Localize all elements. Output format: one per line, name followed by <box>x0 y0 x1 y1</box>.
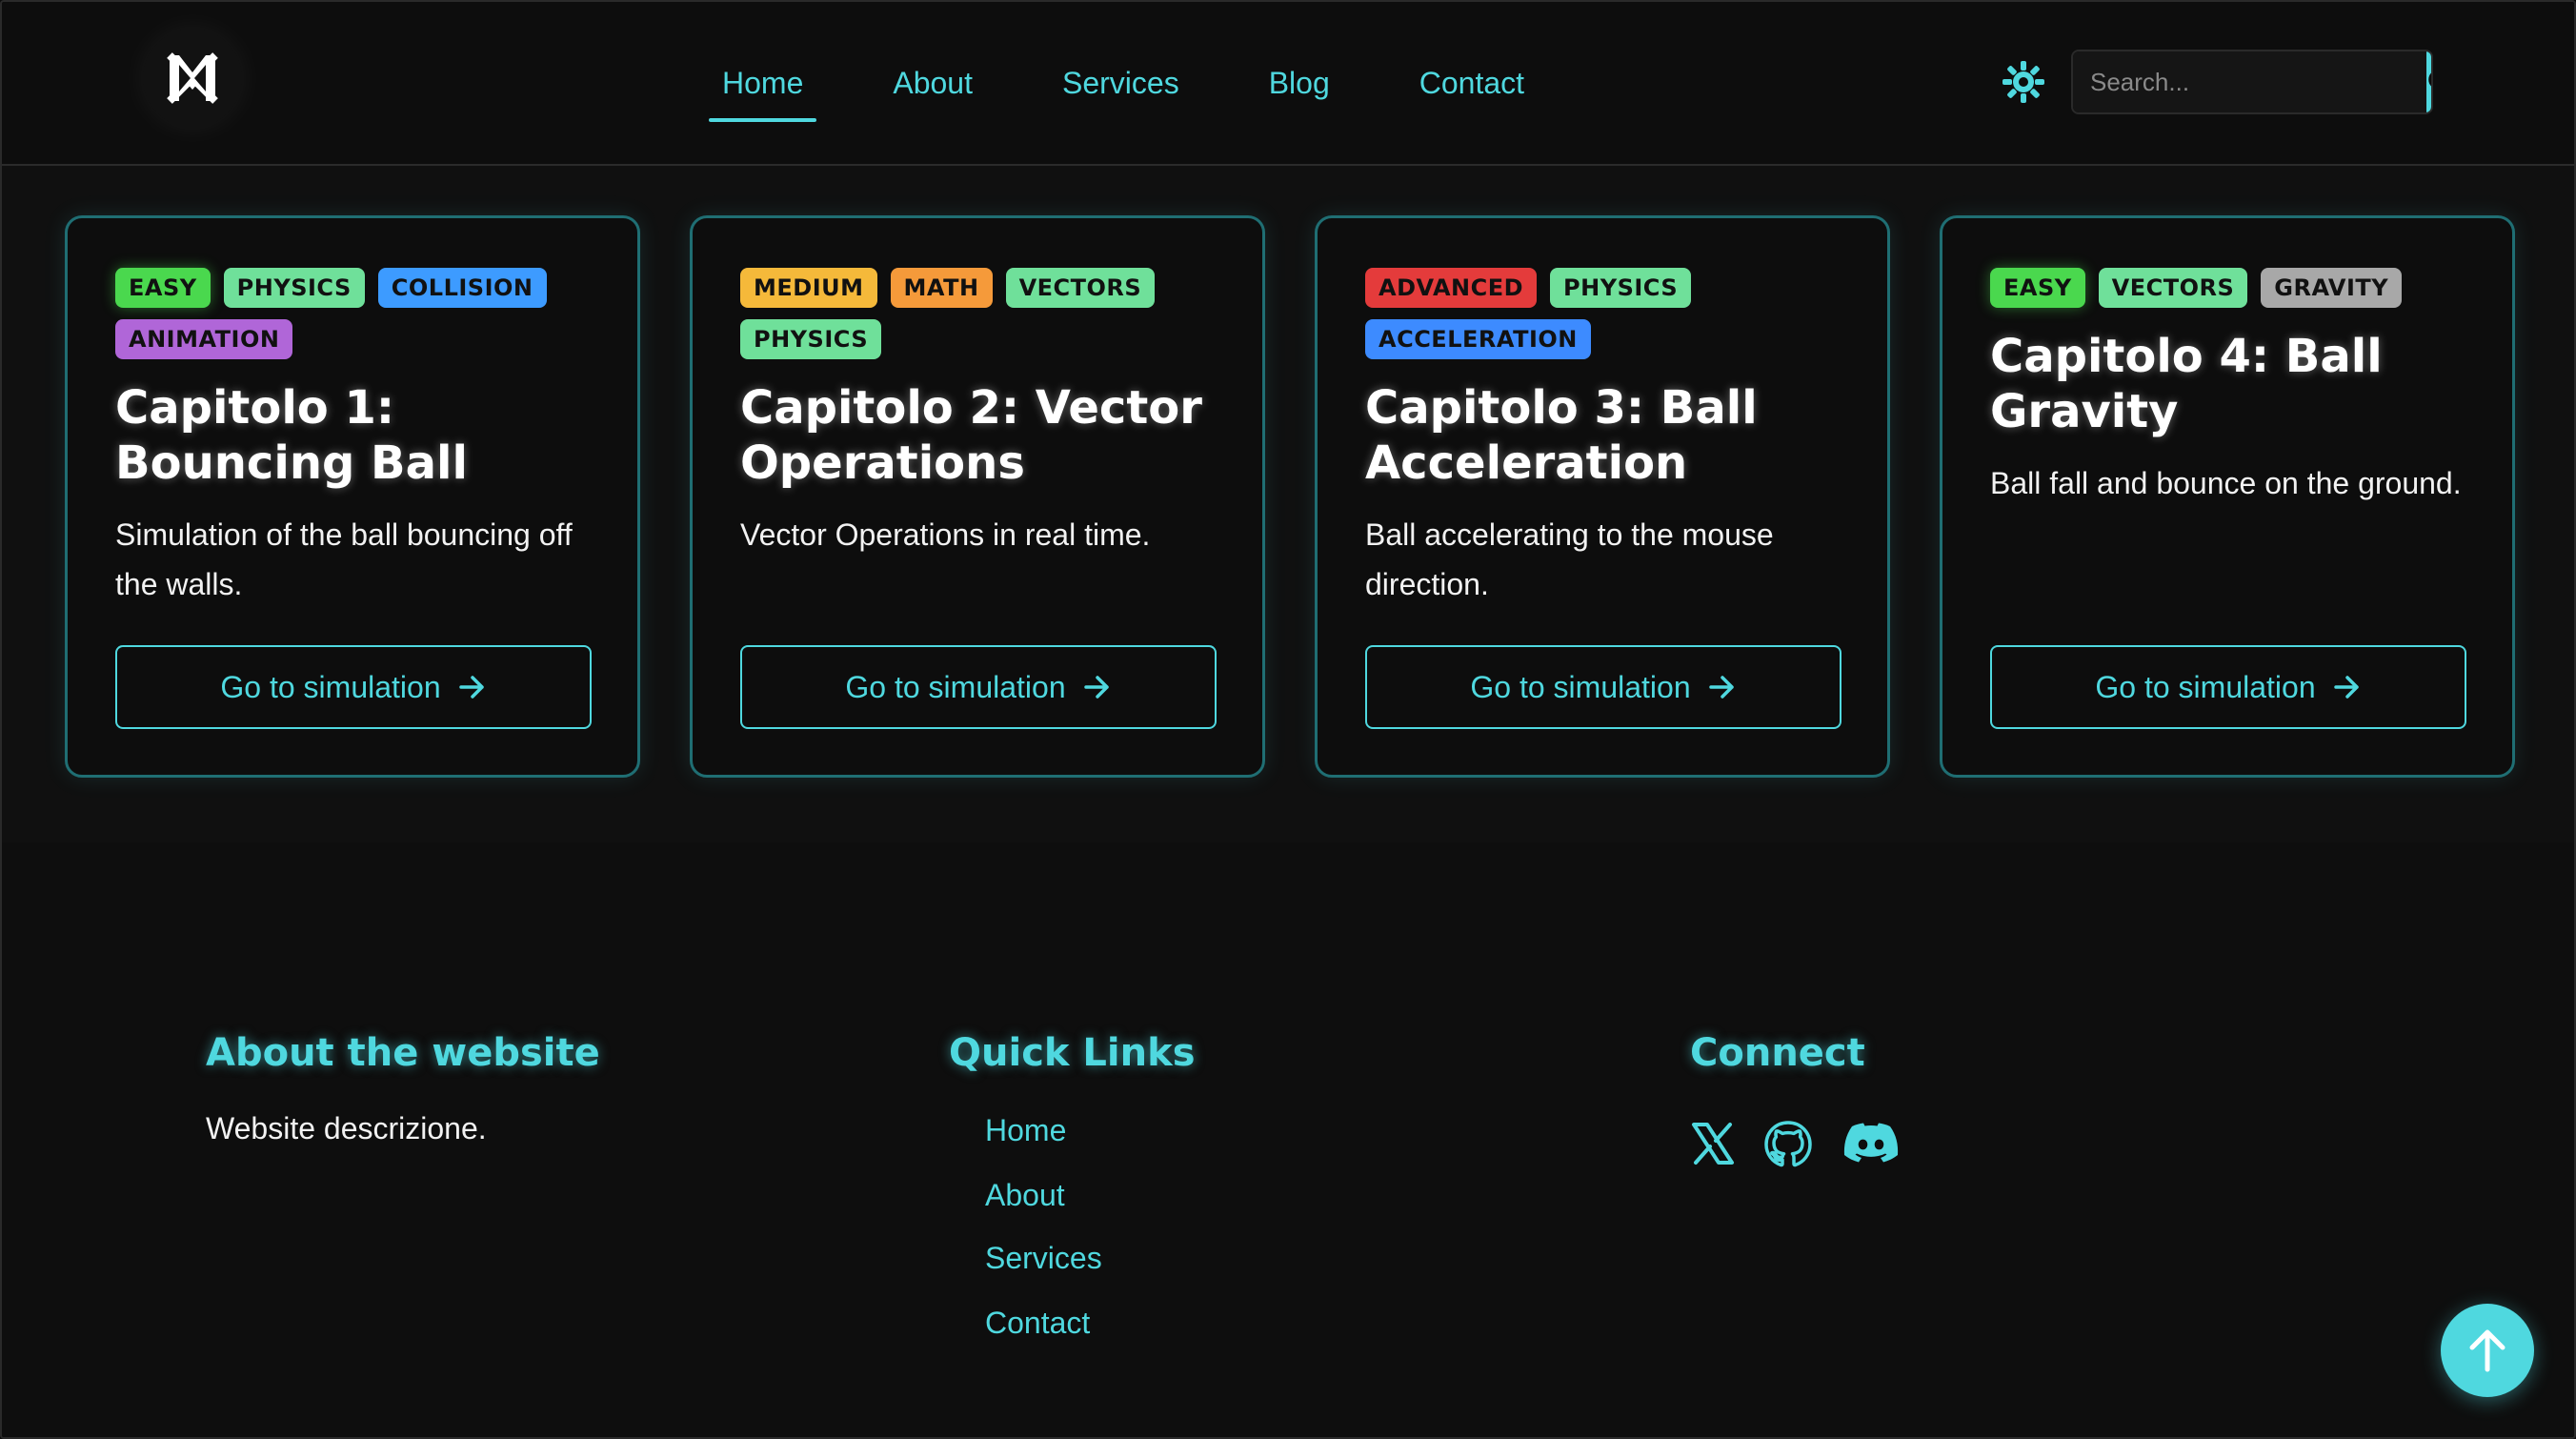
footer: About the website Website descrizione. Q… <box>2 842 2574 1437</box>
simulation-card: EASY VECTORS GRAVITY Capitolo 4: Ball Gr… <box>1940 215 2515 778</box>
go-to-simulation-button[interactable]: Go to simulation <box>740 645 1217 729</box>
footer-connect-heading: Connect <box>1690 1031 1865 1075</box>
footer-quick-links-heading: Quick Links <box>949 1031 1196 1075</box>
footer-link-home[interactable]: Home <box>985 1113 1066 1148</box>
card-description: Ball fall and bounce on the ground. <box>1990 466 2462 500</box>
footer-link-about[interactable]: About <box>985 1178 1065 1213</box>
github-icon[interactable] <box>1762 1119 1816 1172</box>
tag-physics: PHYSICS <box>223 268 365 308</box>
tag-medium: MEDIUM <box>740 268 877 308</box>
tag-acceleration: ACCELERATION <box>1365 319 1591 359</box>
footer-about-text: Website descrizione. <box>206 1111 487 1145</box>
tag-physics: PHYSICS <box>740 319 882 359</box>
card-title: Capitolo 3: Ball Acceleration <box>1365 381 1758 490</box>
tag-vectors: VECTORS <box>2098 268 2248 308</box>
nav-services[interactable]: Services <box>1047 40 1195 126</box>
tag-easy: EASY <box>115 268 211 308</box>
card-description: Ball accelerating to the mouse direction… <box>1365 517 1774 601</box>
nav-contact[interactable]: Contact <box>1404 40 1540 126</box>
discord-icon[interactable] <box>1842 1119 1902 1172</box>
tag-advanced: ADVANCED <box>1365 268 1538 308</box>
button-label: Go to simulation <box>2095 669 2316 704</box>
card-title: Capitolo 1: Bouncing Ball <box>115 381 468 490</box>
footer-link-contact[interactable]: Contact <box>985 1306 1090 1341</box>
tag-physics: PHYSICS <box>1550 268 1692 308</box>
tag-list: EASY PHYSICS COLLISION ANIMATION <box>115 268 611 359</box>
card-description: Vector Operations in real time. <box>740 517 1151 552</box>
card-description: Simulation of the ball bouncing off the … <box>115 517 573 601</box>
search-button[interactable] <box>2426 51 2431 112</box>
go-to-simulation-button[interactable]: Go to simulation <box>1990 645 2466 729</box>
tag-list: ADVANCED PHYSICS ACCELERATION <box>1365 268 1861 359</box>
arrow-right-icon <box>1708 676 1734 699</box>
button-label: Go to simulation <box>220 669 441 704</box>
tag-animation: ANIMATION <box>115 319 293 359</box>
tag-easy: EASY <box>1990 268 2085 308</box>
tag-list: MEDIUM MATH VECTORS PHYSICS <box>740 268 1236 359</box>
card-title: Capitolo 4: Ball Gravity <box>1990 330 2383 438</box>
nav-home[interactable]: Home <box>707 40 818 126</box>
sun-gear-icon[interactable] <box>2001 59 2046 105</box>
arrow-right-icon <box>2333 676 2359 699</box>
arrow-right-icon <box>458 676 484 699</box>
nav-about[interactable]: About <box>877 40 988 126</box>
main-nav: Home About Services Blog Contact <box>707 40 1599 126</box>
simulation-card: EASY PHYSICS COLLISION ANIMATION Capitol… <box>65 215 640 778</box>
navbar: Home About Services Blog Contact <box>2 2 2574 166</box>
tag-collision: COLLISION <box>377 268 547 308</box>
simulation-card: MEDIUM MATH VECTORS PHYSICS Capitolo 2: … <box>690 215 1265 778</box>
footer-link-services[interactable]: Services <box>985 1241 1102 1276</box>
footer-about-heading: About the website <box>206 1031 600 1075</box>
go-to-simulation-button[interactable]: Go to simulation <box>115 645 592 729</box>
search-bar <box>2071 50 2433 114</box>
tag-gravity: GRAVITY <box>2261 268 2403 308</box>
button-label: Go to simulation <box>845 669 1066 704</box>
arrow-right-icon <box>1083 676 1109 699</box>
arrow-up-icon <box>2469 1329 2506 1372</box>
page: Home About Services Blog Contact Search.… <box>0 0 2576 1439</box>
tag-math: MATH <box>890 268 993 308</box>
button-label: Go to simulation <box>1470 669 1691 704</box>
nav-blog[interactable]: Blog <box>1254 40 1345 126</box>
simulation-card: ADVANCED PHYSICS ACCELERATION Capitolo 3… <box>1315 215 1890 778</box>
tag-list: EASY VECTORS GRAVITY <box>1990 268 2485 308</box>
search-icon <box>2428 72 2431 87</box>
scroll-to-top-button[interactable] <box>2441 1304 2534 1397</box>
search-input[interactable] <box>2073 51 2426 112</box>
go-to-simulation-button[interactable]: Go to simulation <box>1365 645 1841 729</box>
x-twitter-icon[interactable] <box>1688 1119 1741 1172</box>
card-title: Capitolo 2: Vector Operations <box>740 381 1202 490</box>
logo-m-icon[interactable] <box>143 29 242 128</box>
tag-vectors: VECTORS <box>1005 268 1156 308</box>
simulation-cards: EASY PHYSICS COLLISION ANIMATION Capitol… <box>2 168 2574 842</box>
